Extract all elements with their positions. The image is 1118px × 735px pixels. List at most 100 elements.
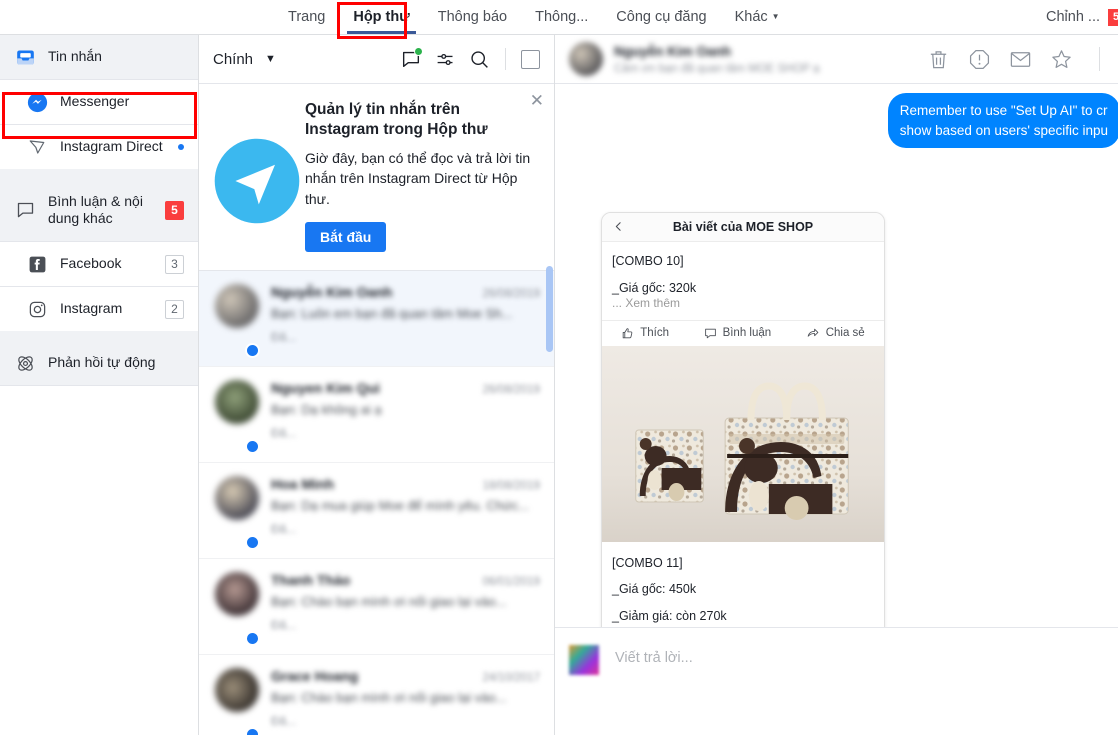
back-chevron-icon[interactable] (612, 219, 625, 234)
shared-post-card[interactable]: Bài viết của MOE SHOP [COMBO 10] _Giá gố… (601, 212, 885, 627)
nav-item-cong-cu-dang[interactable]: Công cụ đăng (602, 0, 720, 34)
reply-input[interactable]: Viết trả lời... (615, 645, 693, 666)
nav-label: Trang (288, 9, 326, 25)
conversation-content: Thanh Thảo 06/01/2019 Bạn: Chào bạn mình… (271, 572, 540, 646)
nav-label: Thông... (535, 9, 589, 25)
chat-header-actions (927, 47, 1100, 71)
conversation-name: Nguyen Kim Qui (271, 379, 380, 396)
select-all-checkbox[interactable] (521, 49, 540, 69)
avatar-image (215, 379, 259, 424)
conversation-time: 26/08/2019 (482, 383, 540, 396)
sidebar-item-phan-hoi-tu-dong[interactable]: Phản hồi tự động (0, 341, 198, 385)
messenger-icon (26, 91, 48, 113)
reply-input-bar[interactable]: Viết trả lời... (555, 627, 1118, 735)
bubble-line-2: show based on users' specific inpu (899, 122, 1108, 138)
share-button[interactable]: Chia sẻ (806, 327, 865, 340)
conversation-row[interactable]: Nguyễn Kim Oanh 26/08/2019 Bạn: Luôn em … (199, 270, 554, 367)
sidebar-item-messenger[interactable]: Messenger (0, 80, 198, 124)
conversation-rows[interactable]: Nguyễn Kim Oanh 26/08/2019 Bạn: Luôn em … (199, 270, 554, 735)
online-status-dot (414, 47, 423, 56)
post-card-title: Bài viết của MOE SHOP (672, 220, 814, 234)
nav-item-thong-bao[interactable]: Thông báo (424, 0, 521, 34)
chevron-down-icon: ▼ (771, 12, 780, 22)
nav-item-thong-truncated[interactable]: Thông... (521, 0, 602, 34)
notification-badge[interactable]: 5 (1108, 8, 1118, 26)
nav-label: Khác (734, 8, 768, 25)
comment-button[interactable]: Bình luận (704, 327, 771, 340)
mail-icon[interactable] (1009, 48, 1032, 71)
sidebar-item-tin-nhan[interactable]: Tin nhắn (0, 35, 198, 79)
messenger-source-badge (245, 438, 260, 454)
top-navigation: Trang Hộp thư Thông báo Thông... Công cụ… (0, 0, 1118, 39)
inbox-filter-label[interactable]: Chính (213, 51, 253, 68)
sidebar-badge-count: 2 (165, 299, 184, 319)
combo-10-name: [COMBO 10] (612, 254, 684, 268)
conversation-name: Nguyễn Kim Oanh (271, 283, 393, 300)
conversation-name: Hoa Minh (271, 475, 334, 492)
promo-title: Quản lý tin nhắn trên Instagram trong Hộ… (305, 101, 488, 139)
trash-icon[interactable] (927, 48, 950, 71)
search-icon[interactable] (469, 49, 490, 70)
conversation-content: Grace Hoang 24/10/2017 Bạn: Chào bạn mìn… (271, 668, 540, 735)
avatar-image (215, 283, 259, 328)
conversation-row[interactable]: Nguyen Kim Qui 26/08/2019 Bạn: Dạ không … (199, 367, 554, 463)
conversation-top-row: Nguyen Kim Qui 26/08/2019 (271, 380, 540, 396)
conversation-content: Nguyễn Kim Oanh 26/08/2019 Bạn: Luôn em … (271, 284, 540, 358)
nav-label: Hộp thư (353, 9, 410, 25)
star-icon[interactable] (1050, 48, 1073, 71)
chat-panel: Nguyễn Kim Oanh Cảm ơn bạn đã quan tâm M… (555, 35, 1118, 735)
nav-label: Chỉnh ... (1046, 9, 1100, 25)
chevron-down-icon[interactable]: ▼ (265, 53, 276, 65)
sidebar-item-instagram-direct[interactable]: Instagram Direct (0, 125, 198, 169)
conversation-top-row: Nguyễn Kim Oanh 26/08/2019 (271, 284, 540, 300)
report-warning-icon[interactable] (968, 48, 991, 71)
conversation-snippet: Bạn: Luôn em bạn đã quan tâm Moe Sh... (271, 305, 513, 321)
conversation-row[interactable]: Thanh Thảo 06/01/2019 Bạn: Chào bạn mình… (199, 559, 554, 655)
nav-item-chinh[interactable]: Chỉnh ... (1032, 0, 1108, 34)
conversation-status: Đã... (271, 425, 297, 440)
conversation-top-row: Hoa Minh 18/08/2019 (271, 476, 540, 492)
header-divider (1099, 47, 1100, 71)
sidebar-badge-count: 5 (165, 200, 184, 220)
chat-contact-info: Nguyễn Kim Oanh Cảm ơn bạn đã quan tâm M… (614, 44, 819, 75)
promo-start-button[interactable]: Bắt đầu (305, 221, 387, 252)
sticker-thumbnail[interactable] (569, 645, 599, 675)
nav-label: Công cụ đăng (616, 9, 707, 25)
chat-message-area[interactable]: Remember to use "Set Up AI" to cr show b… (555, 84, 1118, 627)
avatar (215, 475, 260, 550)
combo-11-price: _Giá gốc: 450k (612, 582, 697, 597)
sidebar-item-label: Instagram Direct (60, 138, 163, 155)
sidebar-item-facebook[interactable]: Facebook 3 (0, 242, 198, 286)
filter-sliders-icon[interactable] (435, 49, 456, 70)
see-more-link[interactable]: ... Xem thêm (612, 296, 874, 310)
conversation-time: 18/08/2019 (482, 479, 540, 492)
conversation-snippet: Bạn: Dạ mua giúp Moe để mình yêu. Chức..… (271, 497, 530, 513)
promo-description: Giờ đây, bạn có thể đọc và trả lời tin n… (305, 149, 531, 207)
promo-body: Quản lý tin nhắn trên Instagram trong Hộ… (305, 100, 540, 252)
post-actions-top: Thích Bình luận Chia sẻ (602, 319, 884, 346)
sidebar-item-instagram[interactable]: Instagram 2 (0, 287, 198, 331)
avatar-image (215, 571, 259, 616)
conversation-name: Grace Hoang (271, 667, 359, 684)
sidebar-item-label: Messenger (60, 93, 130, 110)
conversation-list-scrollbar[interactable] (546, 266, 553, 352)
nav-item-hop-thu[interactable]: Hộp thư (339, 0, 423, 34)
page-body: Tin nhắn Messenger Instagram Direct Bình… (0, 35, 1118, 735)
nav-item-khac[interactable]: Khác ▼ (721, 0, 794, 34)
conversation-row[interactable]: Grace Hoang 24/10/2017 Bạn: Chào bạn mìn… (199, 655, 554, 735)
like-button[interactable]: Thích (621, 327, 669, 340)
chat-status-icon[interactable] (400, 47, 423, 70)
like-label: Thích (640, 327, 670, 339)
conversation-list-tools (400, 47, 540, 70)
facebook-icon (26, 253, 48, 275)
outgoing-message-bubble: Remember to use "Set Up AI" to cr show b… (887, 93, 1118, 149)
avatar[interactable] (569, 42, 603, 76)
nav-item-trang[interactable]: Trang (274, 0, 339, 34)
sidebar-item-binh-luan[interactable]: Bình luận & nội dung khác 5 (0, 179, 198, 241)
conversation-row[interactable]: Hoa Minh 18/08/2019 Bạn: Dạ mua giúp Moe… (199, 463, 554, 559)
post-card-header: Bài viết của MOE SHOP (602, 213, 884, 242)
sidebar-group-gap (0, 169, 198, 179)
close-icon[interactable]: ✕ (530, 92, 544, 109)
combo-11-sale: _Giảm giá: còn 270k (612, 609, 727, 623)
post-product-photo (602, 345, 884, 542)
